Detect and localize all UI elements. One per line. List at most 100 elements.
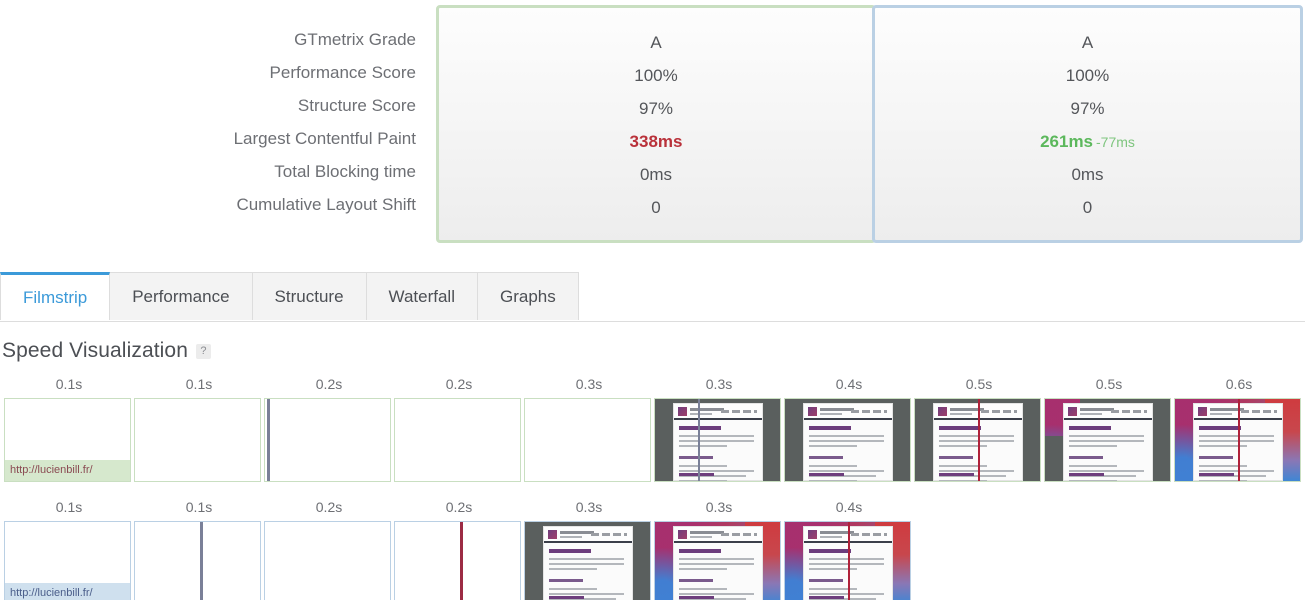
filmstrip-frame[interactable] [264,521,391,600]
thumbnail-page-body [802,403,893,481]
filmstrip-frame[interactable] [1174,398,1301,482]
filmstrip-time-label: 0.4s [835,376,863,392]
site-logo-subtext [559,536,582,538]
filmstrip-frame[interactable] [394,398,521,482]
filmstrip-frame[interactable] [264,398,391,482]
thumbnail-headline [548,549,592,553]
metric-value: 100% [439,59,873,92]
filmstrip-frame[interactable] [134,521,261,600]
thumbnail-footer-line [678,596,714,599]
thumbnail-text-line [808,593,885,595]
filmstrip-frame[interactable] [914,398,1041,482]
thumbnail-text-line [808,558,885,560]
frame-scrub-line [697,399,700,481]
site-nav-items [590,533,627,536]
thumbnail-footer-line [678,473,714,476]
site-logo-icon [807,530,817,539]
site-logo-icon [1067,407,1077,416]
metric-value-text: 261ms [1040,132,1094,151]
thumbnail-text-line [678,558,755,560]
metric-value: 0ms [439,158,873,191]
filmstrip-time-axis: 0.1s 0.1s 0.2s 0.2s 0.3s 0.3s 0.4s 0.5s 0.5s 0.6s [0,376,1305,398]
summary-comparison: GTmetrix Grade Performance Score Structure… [0,0,1305,248]
thumbnail-text-line [678,440,755,442]
site-nav-items [850,533,887,536]
thumbnail-text-line [678,480,727,481]
thumbnail-text-line [1198,470,1275,472]
metric-label-column: GTmetrix Grade Performance Score Structure… [0,0,426,221]
filmstrip-container: 0.1s 0.1s 0.2s 0.2s 0.3s 0.3s 0.4s 0.5s 0.5s 0.6s… [0,376,1305,600]
thumbnail-text-line [1068,440,1145,442]
thumbnail-text-line [808,588,857,590]
filmstrip-frame[interactable] [524,521,651,600]
page-thumbnail [785,399,910,481]
metric-value-text: A [650,33,662,52]
filmstrip-time-label: 0.5s [1095,376,1123,392]
site-nav-items [1240,410,1277,413]
thumbnail-text-line [1198,440,1275,442]
filmstrip-time-label: 0.3s [705,499,733,515]
filmstrip-time-label: 0.2s [315,499,343,515]
metric-value: 0ms [875,158,1300,191]
filmstrip-frame[interactable]: http://lucienbill.fr/ [4,398,131,482]
filmstrip-frame[interactable] [394,521,521,600]
filmstrip-time-label: 0.2s [445,499,473,515]
site-nav-items [980,410,1017,413]
filmstrip-frame[interactable] [1044,398,1171,482]
thumbnail-subheadline [1068,456,1103,459]
metric-label: Structure Score [297,96,416,115]
filmstrip-time-label: 0.1s [185,499,213,515]
tab-graphs[interactable]: Graphs [476,272,579,320]
filmstrip-frame[interactable] [654,398,781,482]
thumbnail-subheadline [678,456,713,459]
thumbnail-text-line [1198,480,1247,481]
metric-label: Cumulative Layout Shift [236,195,416,214]
tab-filmstrip[interactable]: Filmstrip [0,272,111,320]
filmstrip-frame[interactable] [784,521,911,600]
thumbnail-page-header [673,404,762,420]
site-logo-icon [937,407,947,416]
tab-waterfall[interactable]: Waterfall [365,272,478,320]
filmstrip-frame[interactable] [784,398,911,482]
frame-scrub-line [847,522,850,600]
metric-value-text: 338ms [629,132,683,151]
thumbnail-text-line [808,445,857,447]
thumbnail-subheadline [1198,456,1233,459]
filmstrip-time-label: 0.1s [55,376,83,392]
site-logo-text [819,408,854,411]
thumbnail-text-line [678,568,727,570]
tab-structure[interactable]: Structure [251,272,367,320]
frame-scrub-line [460,522,463,600]
frame-scrub-line [1237,399,1240,481]
thumbnail-headline [678,426,722,430]
thumbnail-text-line [548,588,597,590]
filmstrip-time-label: 0.1s [55,499,83,515]
thumbnail-headline [808,549,852,553]
thumbnail-text-line [938,470,1015,472]
filmstrip-time-label: 0.4s [835,499,863,515]
filmstrip-frame[interactable] [654,521,781,600]
page-thumbnail [655,399,780,481]
question-mark-icon[interactable]: ? [195,343,211,359]
metric-value-text: 97% [638,99,674,118]
report-tabs-wrapper: Filmstrip Performance Structure Waterfall Gr… [0,270,1305,322]
filmstrip-row: 0.1s 0.1s 0.2s 0.2s 0.3s 0.3s 0.4s http://lucie… [0,499,1305,600]
thumbnail-text-line [1068,445,1117,447]
metric-value: A [439,26,873,59]
metric-label: GTmetrix Grade [294,30,416,49]
metric-value: 0 [875,191,1300,224]
metric-value-text: 0ms [639,165,673,184]
tab-performance[interactable]: Performance [109,272,253,320]
filmstrip-frame[interactable]: http://lucienbill.fr/ [4,521,131,600]
thumbnail-text-line [808,435,885,437]
thumbnail-subheadline [808,579,843,582]
section-title: Speed Visualization [2,339,188,362]
site-logo-icon [807,407,817,416]
filmstrip-frame[interactable] [134,398,261,482]
metric-value: A [875,26,1300,59]
thumbnail-subheadline [678,579,713,582]
thumbnail-text-line [938,445,987,447]
thumbnail-text-line [548,563,625,565]
site-logo-text [1079,408,1114,411]
filmstrip-frame[interactable] [524,398,651,482]
